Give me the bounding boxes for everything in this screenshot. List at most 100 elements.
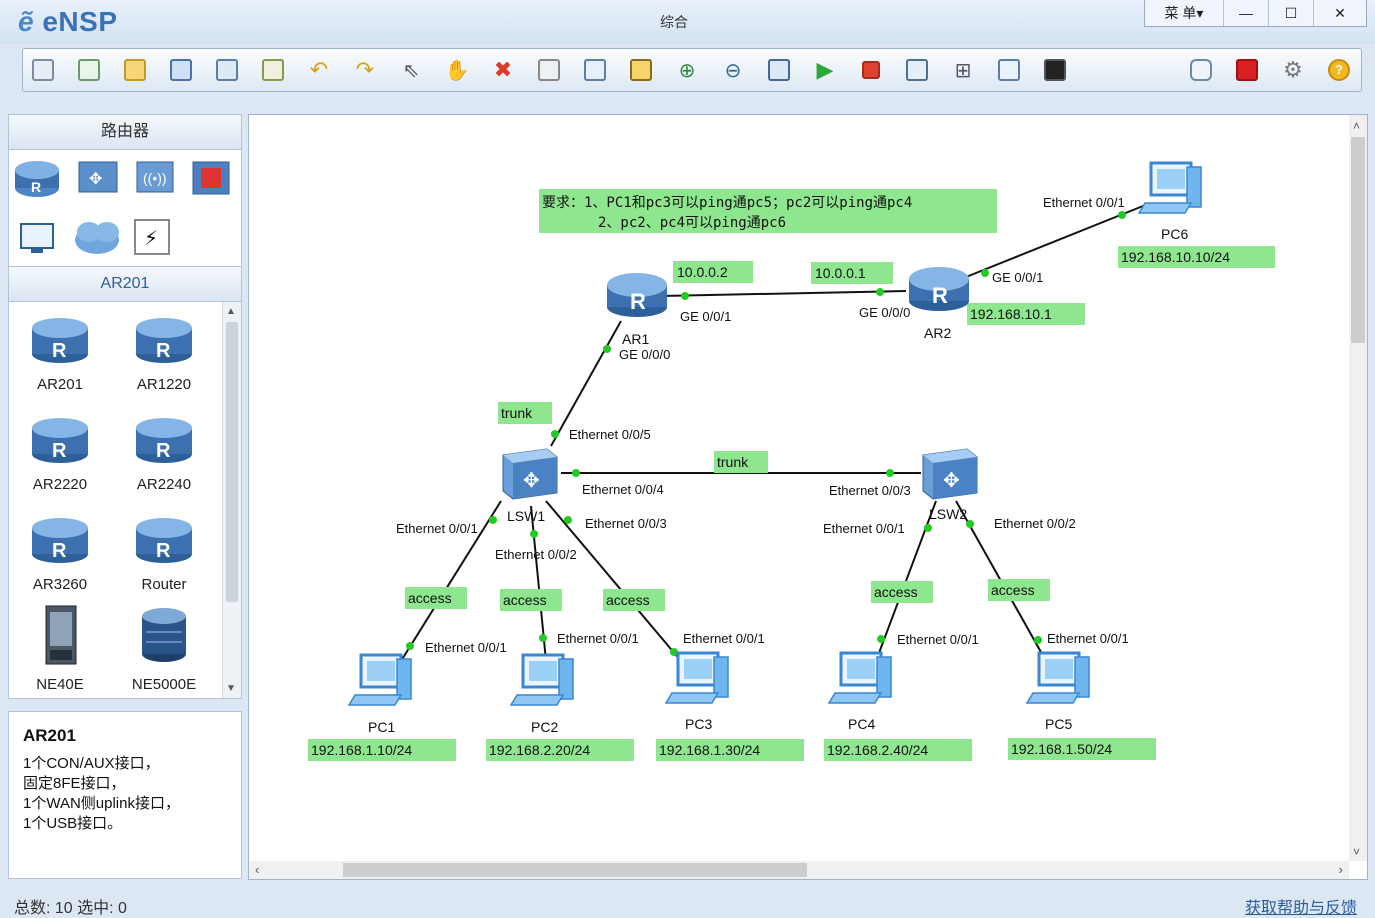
capture-icon[interactable] bbox=[903, 56, 931, 84]
node-label: AR1 bbox=[622, 331, 649, 347]
iface-label: Ethernet 0/0/1 bbox=[557, 631, 639, 646]
link-type-label: trunk bbox=[501, 405, 533, 421]
device-router[interactable]: R Router bbox=[119, 512, 209, 593]
new-topology-icon[interactable] bbox=[29, 56, 57, 84]
scroll-down-icon[interactable]: ˅ bbox=[1353, 845, 1360, 859]
window-controls: 菜 单▾ — ☐ ✕ bbox=[1144, 0, 1367, 27]
scroll-left-icon[interactable]: ‹ bbox=[255, 862, 259, 877]
node-pc5[interactable]: PC5 bbox=[1025, 651, 1091, 732]
node-label: PC5 bbox=[1045, 716, 1072, 732]
minimize-icon[interactable]: — bbox=[1223, 0, 1268, 26]
node-pc2[interactable]: PC2 bbox=[509, 653, 575, 735]
zoom-out-icon[interactable]: ⊖ bbox=[719, 56, 747, 84]
link-type-label: trunk bbox=[717, 454, 749, 470]
scroll-thumb[interactable] bbox=[343, 863, 807, 877]
svg-text:R: R bbox=[156, 440, 171, 462]
node-ar1[interactable]: AR1 bbox=[607, 273, 667, 347]
delete-link-icon[interactable] bbox=[535, 56, 563, 84]
node-label: LSW1 bbox=[507, 508, 545, 524]
scroll-up-icon[interactable]: ˄ bbox=[1353, 119, 1360, 133]
help-feedback-link[interactable]: 获取帮助与反馈 bbox=[1245, 894, 1357, 918]
start-icon[interactable]: ▶ bbox=[811, 56, 839, 84]
device-ne40e[interactable]: NE40E bbox=[15, 602, 105, 693]
description-line: 1个CON/AUX接口， bbox=[23, 755, 160, 772]
topology-icon[interactable]: ⊞ bbox=[949, 56, 977, 84]
node-pc6[interactable]: PC6 bbox=[1137, 161, 1203, 242]
device-ar2240[interactable]: R AR2240 bbox=[119, 412, 209, 493]
canvas-vertical-scrollbar[interactable]: ˄ ˅ bbox=[1349, 115, 1367, 861]
new-lab-icon[interactable] bbox=[75, 56, 103, 84]
switch-category-icon[interactable]: ✥ bbox=[78, 161, 118, 193]
node-pc4[interactable]: PC4 bbox=[827, 651, 893, 732]
iface-label: Ethernet 0/0/1 bbox=[1043, 195, 1125, 210]
iface-label: Ethernet 0/0/1 bbox=[425, 640, 507, 655]
terminal-icon[interactable] bbox=[1041, 56, 1069, 84]
device-label: AR2240 bbox=[136, 476, 192, 493]
topology-canvas[interactable]: R ✥ bbox=[248, 114, 1368, 880]
ip-ar2-lan: 192.168.10.1 bbox=[970, 306, 1052, 322]
device-ar2220[interactable]: R AR2220 bbox=[15, 412, 105, 493]
text-note-icon[interactable] bbox=[581, 56, 609, 84]
maximize-icon[interactable]: ☐ bbox=[1268, 0, 1313, 26]
device-label: AR201 bbox=[37, 376, 83, 393]
firewall-category-icon[interactable] bbox=[192, 161, 230, 195]
device-ne5000e[interactable]: NE5000E bbox=[119, 602, 209, 693]
device-ar3260[interactable]: R AR3260 bbox=[15, 512, 105, 593]
svg-text:R: R bbox=[156, 340, 171, 362]
save-icon[interactable] bbox=[167, 56, 195, 84]
device-ar201[interactable]: R AR201 bbox=[15, 312, 105, 393]
chat-icon[interactable] bbox=[1187, 56, 1215, 84]
iface-label: Ethernet 0/0/1 bbox=[897, 632, 979, 647]
menu-button[interactable]: 菜 单▾ bbox=[1145, 0, 1223, 26]
select-icon[interactable]: ⇖ bbox=[397, 56, 425, 84]
link-ar1-ar2 bbox=[660, 290, 907, 297]
link-type-label: access bbox=[503, 592, 547, 608]
scroll-thumb[interactable] bbox=[226, 322, 238, 602]
node-ar2[interactable]: AR2 bbox=[909, 267, 969, 341]
print-icon[interactable] bbox=[259, 56, 287, 84]
redo-icon[interactable]: ↷ bbox=[351, 56, 379, 84]
pan-icon[interactable]: ✋ bbox=[443, 56, 471, 84]
router-category-icon[interactable]: R bbox=[15, 161, 59, 197]
scroll-right-icon[interactable]: › bbox=[1339, 862, 1343, 877]
device-description: AR201 1个CON/AUX接口， 固定8FE接口， 1个WAN侧uplink… bbox=[8, 711, 242, 879]
device-list-scrollbar[interactable]: ▲ ▼ bbox=[222, 302, 241, 698]
svg-text:⚡: ⚡ bbox=[144, 228, 158, 250]
cloud-category-icon[interactable] bbox=[75, 222, 119, 254]
device-label: NE40E bbox=[36, 676, 84, 693]
toolbar: ↶ ↷ ⇖ ✋ ✖ ⊕ ⊖ ▶ ⊞ ⚙ ? bbox=[22, 48, 1362, 92]
rectangle-icon[interactable] bbox=[627, 56, 655, 84]
ip-pc5: 192.168.1.50/24 bbox=[1011, 741, 1112, 757]
settings-icon[interactable]: ⚙ bbox=[1279, 56, 1307, 84]
requirement-line2: 2、pc2、pc4可以ping通pc6 bbox=[598, 215, 786, 231]
close-icon[interactable]: ✕ bbox=[1313, 0, 1366, 26]
scroll-thumb[interactable] bbox=[1351, 137, 1365, 343]
wireless-category-icon[interactable]: ((•)) bbox=[136, 161, 174, 193]
svg-text:R: R bbox=[52, 340, 67, 362]
iface-label: Ethernet 0/0/1 bbox=[683, 631, 765, 646]
description-line: 固定8FE接口， bbox=[23, 775, 126, 792]
connection-category-icon[interactable]: ⚡ bbox=[134, 219, 170, 255]
scroll-up-icon[interactable]: ▲ bbox=[226, 306, 236, 317]
node-lsw1[interactable]: LSW1 bbox=[502, 448, 558, 524]
canvas-horizontal-scrollbar[interactable]: ‹ › bbox=[249, 861, 1349, 879]
node-lsw2[interactable]: LSW2 bbox=[922, 448, 978, 522]
open-icon[interactable] bbox=[121, 56, 149, 84]
iface-label: Ethernet 0/0/5 bbox=[569, 427, 651, 442]
save-as-icon[interactable] bbox=[213, 56, 241, 84]
stop-icon[interactable] bbox=[857, 56, 885, 84]
scroll-down-icon[interactable]: ▼ bbox=[226, 683, 236, 694]
zoom-in-icon[interactable]: ⊕ bbox=[673, 56, 701, 84]
help-icon[interactable]: ? bbox=[1325, 56, 1353, 84]
pc-category-icon[interactable] bbox=[20, 223, 54, 253]
node-pc3[interactable]: PC3 bbox=[664, 651, 730, 732]
huawei-icon[interactable] bbox=[1233, 56, 1261, 84]
node-pc1[interactable]: PC1 bbox=[347, 653, 413, 735]
grid-icon[interactable] bbox=[995, 56, 1023, 84]
undo-icon[interactable]: ↶ bbox=[305, 56, 333, 84]
node-label: AR2 bbox=[924, 325, 951, 341]
node-label: LSW2 bbox=[929, 506, 967, 522]
device-ar1220[interactable]: R AR1220 bbox=[119, 312, 209, 393]
fit-view-icon[interactable] bbox=[765, 56, 793, 84]
delete-icon[interactable]: ✖ bbox=[489, 56, 517, 84]
